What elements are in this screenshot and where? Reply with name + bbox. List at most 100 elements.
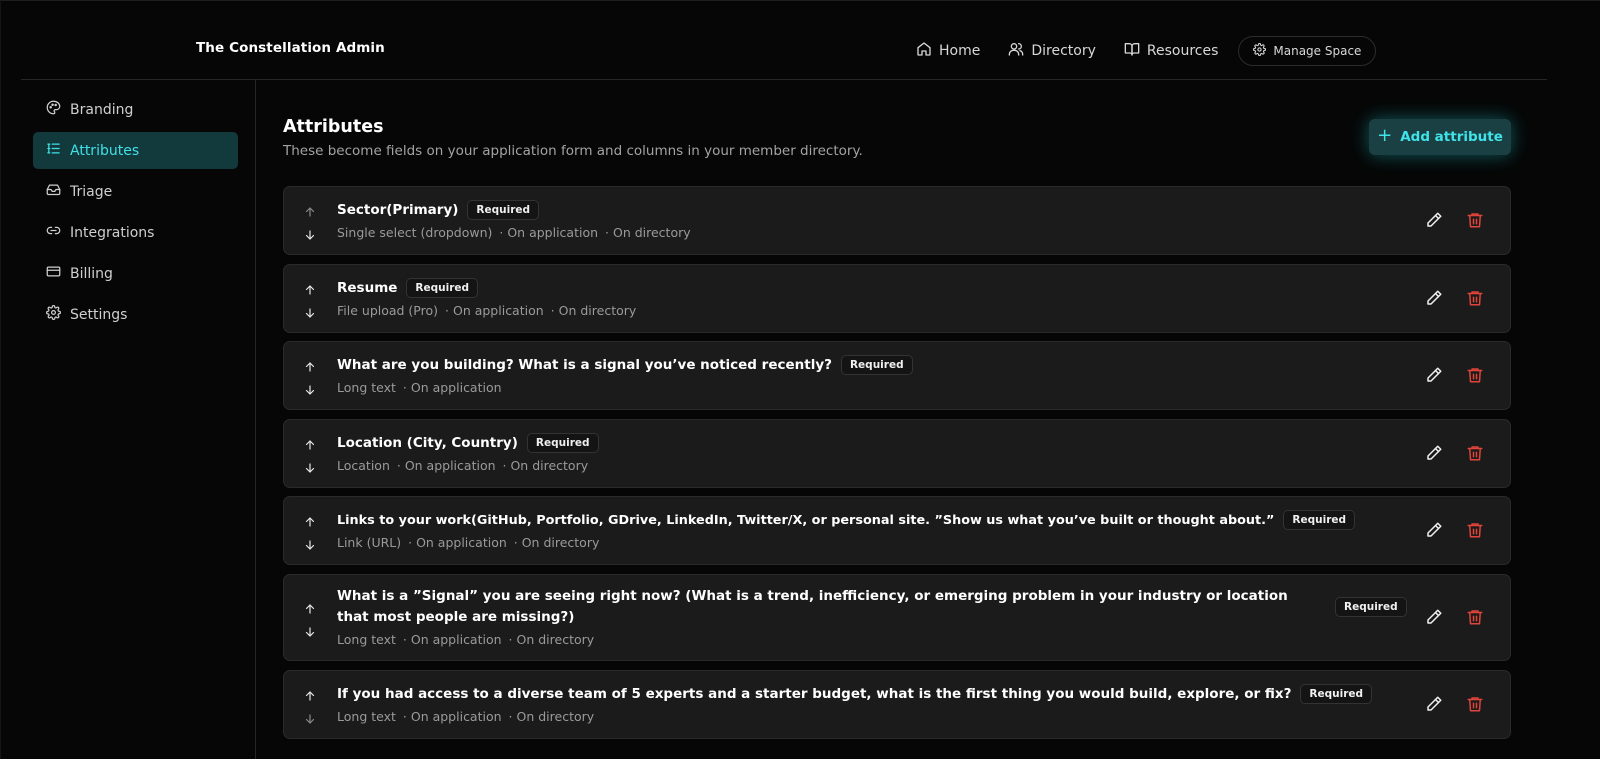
attribute-card: What is a ”Signal” you are seeing right … — [283, 574, 1511, 661]
sidebar-item-integrations[interactable]: Integrations — [33, 214, 238, 251]
attribute-card: Location (City, Country) Required Locati… — [283, 419, 1511, 488]
move-down-button[interactable] — [304, 536, 318, 550]
arrow-up-icon — [305, 362, 315, 372]
move-up-button[interactable] — [304, 358, 318, 372]
move-up-button[interactable] — [304, 436, 318, 450]
move-up-button[interactable] — [304, 203, 318, 217]
delete-button[interactable] — [1466, 695, 1484, 713]
attribute-card: Resume Required File upload (Pro) · On a… — [283, 264, 1511, 333]
nav-directory[interactable]: Directory — [1008, 36, 1096, 66]
arrow-down-icon — [305, 308, 315, 318]
arrow-up-icon — [305, 207, 315, 217]
list-icon — [46, 141, 61, 160]
attribute-title: Resume — [337, 280, 398, 296]
attribute-card: If you had access to a diverse team of 5… — [283, 670, 1511, 739]
move-down-button[interactable] — [304, 623, 318, 637]
attribute-flag: · On application — [402, 380, 502, 395]
attribute-title-row: Links to your work(GitHub, Portfolio, GD… — [337, 510, 1356, 530]
arrow-down-icon — [305, 540, 315, 550]
sidebar-item-billing[interactable]: Billing — [33, 255, 238, 292]
palette-icon — [46, 100, 61, 119]
sidebar-item-branding[interactable]: Branding — [33, 91, 238, 128]
pencil-icon — [1427, 367, 1442, 382]
move-down-button[interactable] — [304, 710, 318, 724]
pencil-icon — [1427, 522, 1442, 537]
delete-button[interactable] — [1466, 366, 1484, 384]
top-bar: The Constellation Admin Home Directory R… — [21, 0, 1547, 80]
arrow-down-icon — [305, 627, 315, 637]
page-subtitle: These become fields on your application … — [283, 143, 863, 159]
attribute-meta: Link (URL) · On application · On directo… — [337, 535, 599, 550]
attribute-title-row: Location (City, Country) Required — [337, 433, 599, 453]
trash-icon — [1467, 610, 1483, 625]
add-attribute-button[interactable]: + Add attribute — [1369, 119, 1511, 155]
delete-button[interactable] — [1466, 444, 1484, 462]
required-badge: Required — [406, 278, 479, 298]
brand-title: The Constellation Admin — [196, 40, 385, 56]
attribute-meta: Long text · On application · On director… — [337, 709, 594, 724]
attribute-card: Links to your work(GitHub, Portfolio, GD… — [283, 496, 1511, 565]
move-up-button[interactable] — [304, 281, 318, 295]
attribute-type: Link (URL) — [337, 535, 402, 550]
delete-button[interactable] — [1466, 521, 1484, 539]
edit-button[interactable] — [1425, 211, 1443, 229]
sidebar-item-label: Branding — [70, 101, 134, 118]
edit-button[interactable] — [1425, 289, 1443, 307]
app: The Constellation Admin Home Directory R… — [0, 0, 1600, 759]
sidebar-item-label: Billing — [70, 265, 113, 282]
trash-icon — [1467, 523, 1483, 538]
attribute-title: Location (City, Country) — [337, 435, 518, 451]
sidebar-item-label: Settings — [70, 306, 128, 323]
attribute-flag: · On directory — [508, 632, 595, 647]
edit-button[interactable] — [1425, 521, 1443, 539]
attribute-flag: · On application — [408, 535, 507, 550]
attribute-type: File upload (Pro) — [337, 303, 439, 318]
pencil-icon — [1427, 696, 1442, 711]
move-down-button[interactable] — [304, 381, 318, 395]
required-badge: Required — [1300, 684, 1373, 704]
nav-home[interactable]: Home — [916, 36, 980, 66]
edit-button[interactable] — [1425, 366, 1443, 384]
edit-button[interactable] — [1425, 695, 1443, 713]
delete-button[interactable] — [1466, 608, 1484, 626]
edit-button[interactable] — [1425, 608, 1443, 626]
move-up-button[interactable] — [304, 687, 318, 701]
attribute-title: What is a ”Signal” you are seeing right … — [337, 588, 1288, 625]
required-badge: Required — [840, 355, 913, 375]
attribute-title-row: What are you building? What is a signal … — [337, 355, 913, 375]
delete-button[interactable] — [1466, 289, 1484, 307]
sidebar-item-attributes[interactable]: Attributes — [33, 132, 238, 169]
add-attribute-label: Add attribute — [1400, 129, 1503, 145]
main-content: Attributes These become fields on your a… — [283, 80, 1513, 759]
edit-button[interactable] — [1425, 444, 1443, 462]
attribute-card: Sector(Primary) Required Single select (… — [283, 186, 1511, 255]
attribute-type: Location — [337, 458, 390, 473]
move-down-button[interactable] — [304, 226, 318, 240]
delete-button[interactable] — [1466, 211, 1484, 229]
attribute-flag: · On directory — [550, 303, 637, 318]
nav-resources[interactable]: Resources — [1124, 36, 1218, 66]
sidebar-item-settings[interactable]: Settings — [33, 296, 238, 333]
move-down-button[interactable] — [304, 304, 318, 318]
gear-icon — [1253, 43, 1267, 59]
move-up-button[interactable] — [304, 513, 318, 527]
move-up-button[interactable] — [304, 600, 318, 614]
nav-home-label: Home — [939, 43, 981, 59]
sidebar-item-triage[interactable]: Triage — [33, 173, 238, 210]
attribute-flag: · On application — [499, 225, 599, 240]
trash-icon — [1467, 213, 1483, 228]
arrow-down-icon — [305, 230, 315, 240]
attribute-title: Sector(Primary) — [337, 202, 459, 218]
attribute-meta: Single select (dropdown) · On applicatio… — [337, 225, 691, 240]
manage-space-button[interactable]: Manage Space — [1238, 36, 1377, 66]
pencil-icon — [1427, 445, 1442, 460]
move-down-button[interactable] — [304, 459, 318, 473]
required-badge: Required — [467, 200, 540, 220]
attribute-meta: File upload (Pro) · On application · On … — [337, 303, 636, 318]
sidebar-item-label: Triage — [70, 183, 113, 200]
card-icon — [46, 264, 61, 283]
attribute-flag: · On directory — [502, 458, 589, 473]
attribute-type: Long text — [337, 709, 396, 724]
attribute-meta: Long text · On application · On director… — [337, 632, 594, 647]
trash-icon — [1467, 368, 1483, 383]
